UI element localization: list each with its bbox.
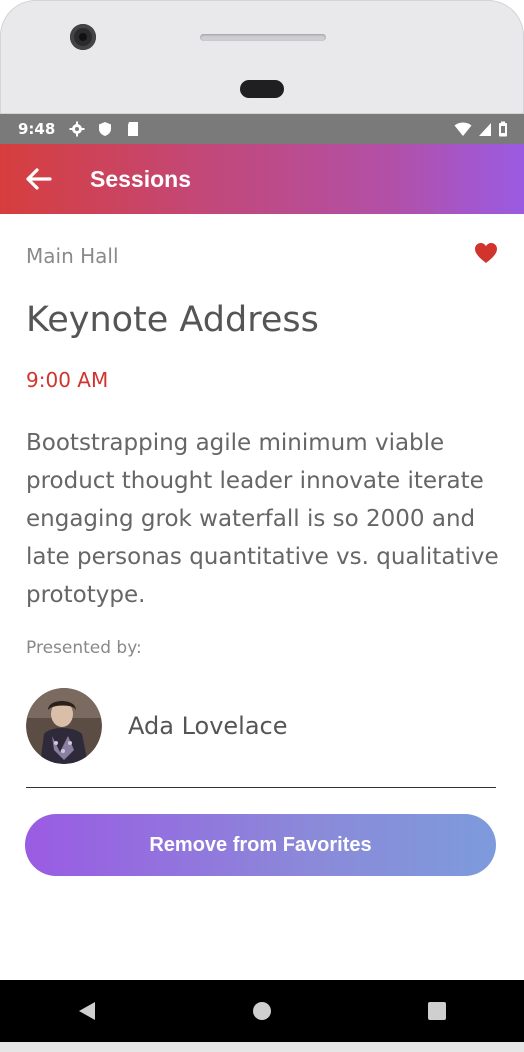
speaker-grille — [200, 34, 326, 41]
session-detail: Main Hall Keynote Address 9:00 AM Bootst… — [0, 214, 524, 980]
heart-icon[interactable] — [474, 242, 498, 264]
session-description: Bootstrapping agile minimum viable produ… — [26, 430, 499, 608]
divider — [26, 787, 496, 788]
battery-icon — [499, 121, 507, 137]
session-title: Keynote Address — [26, 300, 319, 340]
cellular-icon — [479, 123, 491, 136]
app-bar-title: Sessions — [90, 165, 191, 192]
status-time: 9:48 — [18, 120, 56, 138]
front-camera — [70, 24, 96, 50]
recents-square-icon — [427, 1002, 446, 1020]
gear-icon — [69, 121, 85, 137]
shield-icon — [99, 122, 112, 136]
speaker-avatar — [26, 688, 102, 764]
device-frame-bottom — [0, 1042, 524, 1052]
app-bar: Sessions — [0, 144, 524, 214]
back-button[interactable] — [18, 159, 58, 199]
session-time: 9:00 AM — [26, 368, 109, 392]
nav-recents-button[interactable] — [407, 981, 467, 1041]
speaker-item[interactable]: Ada Lovelace — [26, 686, 496, 766]
system-nav-bar — [0, 980, 524, 1042]
status-bar: 9:48 — [0, 114, 524, 144]
speaker-name: Ada Lovelace — [128, 712, 288, 740]
sd-card-icon — [128, 122, 139, 136]
presented-by-label: Presented by: — [26, 638, 142, 658]
wifi-icon — [454, 122, 472, 136]
session-location: Main Hall — [26, 244, 119, 268]
home-circle-icon — [252, 1002, 271, 1020]
nav-home-button[interactable] — [232, 981, 292, 1041]
device-frame-top — [0, 0, 524, 114]
arrow-left-icon — [26, 168, 52, 190]
earpiece — [240, 80, 284, 98]
nav-back-button[interactable] — [57, 981, 117, 1041]
back-triangle-icon — [79, 1002, 96, 1020]
remove-from-favorites-button[interactable]: Remove from Favorites — [25, 814, 496, 876]
